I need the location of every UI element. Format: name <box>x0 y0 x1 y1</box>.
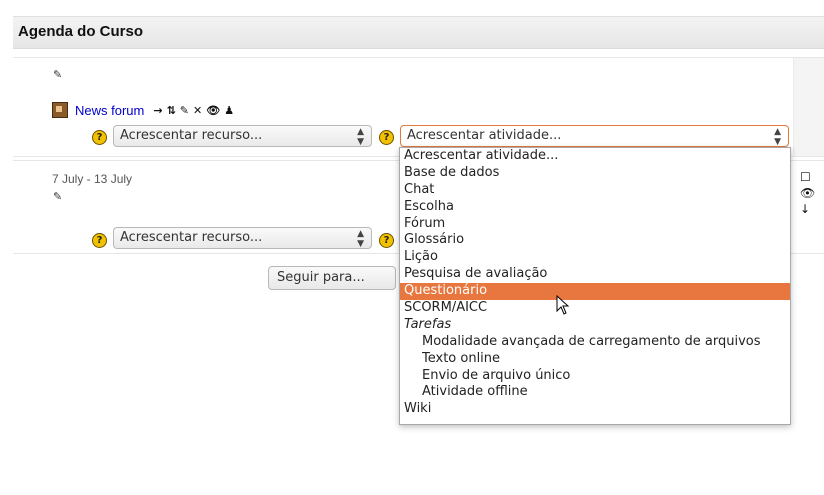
select-arrows-icon: ▲ ▼ <box>357 229 364 249</box>
add-resource-value: Acrescentar recurso... <box>120 128 263 143</box>
dropdown-option[interactable]: Acrescentar atividade... <box>400 148 790 165</box>
move-icon[interactable]: ⇅ <box>167 104 176 117</box>
topic-section-0: ✎ News forum → ⇅ ✎ ✕ 👁 ♟ ? Acrescentar r… <box>13 57 824 157</box>
activity-tools: → ⇅ ✎ ✕ 👁 ♟ <box>153 104 234 117</box>
visibility-icon[interactable]: 👁 <box>206 104 220 117</box>
jump-to-button[interactable]: Seguir para... <box>268 266 396 290</box>
edit-icon[interactable]: ✎ <box>180 104 189 117</box>
move-right-icon[interactable]: → <box>153 104 162 117</box>
delete-icon[interactable]: ✕ <box>193 104 202 117</box>
dropdown-option[interactable]: Fórum <box>400 216 790 233</box>
edit-summary-icon[interactable]: ✎ <box>53 190 62 203</box>
dropdown-option[interactable]: Base de dados <box>400 165 790 182</box>
move-down-icon[interactable]: ↓ <box>800 202 815 216</box>
forum-icon <box>52 102 68 118</box>
mouse-cursor-icon <box>556 295 570 315</box>
dropdown-option[interactable]: Escolha <box>400 199 790 216</box>
dropdown-option[interactable]: Lição <box>400 249 790 266</box>
section-right-column <box>793 58 824 156</box>
add-resource-select[interactable]: Acrescentar recurso... ▲ ▼ <box>113 227 372 249</box>
dropdown-option[interactable]: Wiki <box>400 401 790 418</box>
dropdown-option[interactable]: Glossário <box>400 232 790 249</box>
news-forum-row: News forum → ⇅ ✎ ✕ 👁 ♟ <box>52 102 234 118</box>
add-activity-value: Acrescentar atividade... <box>407 128 562 143</box>
select-arrows-icon: ▲ ▼ <box>774 127 781 147</box>
dropdown-group-label: Tarefas <box>404 316 452 332</box>
show-one-section-icon[interactable]: ☐ <box>800 170 815 184</box>
dropdown-option[interactable]: Envio de arquivo único <box>400 368 790 385</box>
add-activity-select[interactable]: Acrescentar atividade... ▲ ▼ <box>400 125 789 147</box>
dropdown-option[interactable]: Chat <box>400 182 790 199</box>
help-icon[interactable]: ? <box>379 130 394 145</box>
help-icon[interactable]: ? <box>379 233 394 248</box>
hide-section-icon[interactable]: 👁 <box>800 186 815 200</box>
activity-dropdown-list: Acrescentar atividade... Base de dados C… <box>399 147 791 425</box>
edit-summary-icon[interactable]: ✎ <box>53 68 62 81</box>
group-mode-icon[interactable]: ♟ <box>224 104 234 117</box>
dropdown-option[interactable]: SCORM/AICC <box>400 300 790 317</box>
help-icon[interactable]: ? <box>92 233 107 248</box>
dropdown-option[interactable]: Modalidade avançada de carregamento de a… <box>400 334 790 351</box>
section-side-controls: ☐ 👁 ↓ <box>800 170 815 216</box>
dropdown-option[interactable]: Atividade offline <box>400 384 790 401</box>
help-icon[interactable]: ? <box>92 130 107 145</box>
dropdown-option[interactable]: Pesquisa de avaliação <box>400 266 790 283</box>
week-date-range: 7 July - 13 July <box>52 172 133 186</box>
dropdown-option[interactable]: Texto online <box>400 351 790 368</box>
select-arrows-icon: ▲ ▼ <box>357 127 364 147</box>
course-agenda-header: Agenda do Curso <box>13 16 824 49</box>
add-resource-value: Acrescentar recurso... <box>120 230 263 245</box>
news-forum-link[interactable]: News forum <box>75 103 144 118</box>
page-title: Agenda do Curso <box>18 23 144 40</box>
add-resource-select[interactable]: Acrescentar recurso... ▲ ▼ <box>113 125 372 147</box>
dropdown-option-highlighted[interactable]: Questionário <box>400 283 790 301</box>
